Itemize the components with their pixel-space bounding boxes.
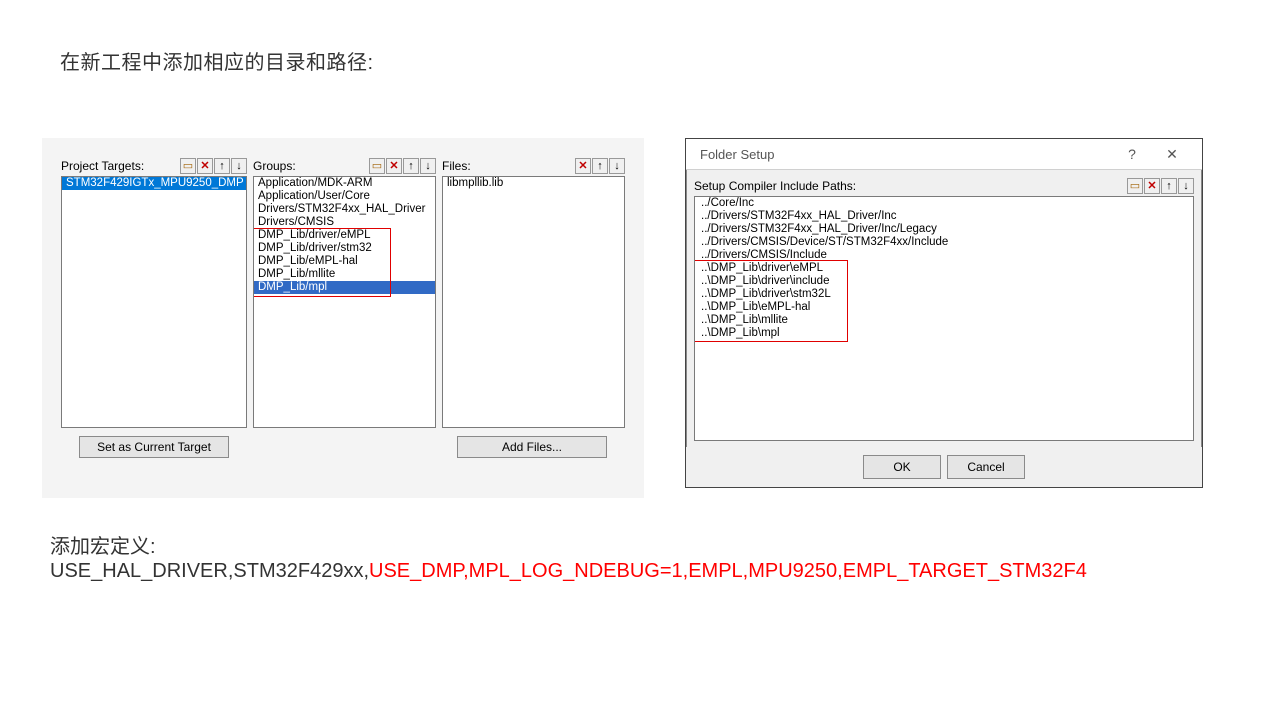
list-item[interactable]: ..\DMP_Lib\driver\include: [695, 275, 1193, 288]
include-paths-list[interactable]: ../Core/Inc../Drivers/STM32F4xx_HAL_Driv…: [694, 196, 1194, 441]
list-item[interactable]: Drivers/STM32F4xx_HAL_Driver: [254, 203, 435, 216]
macro-part-black: USE_HAL_DRIVER,STM32F429xx,: [50, 560, 369, 582]
new-group-icon[interactable]: ▭: [369, 158, 385, 174]
macro-part-red: USE_DMP,MPL_LOG_NDEBUG=1,EMPL,MPU9250,EM…: [369, 560, 1087, 582]
folder-setup-titlebar: Folder Setup ? ✕: [686, 139, 1202, 169]
list-item[interactable]: Application/MDK-ARM: [254, 177, 435, 190]
project-targets-list[interactable]: STM32F429IGTx_MPU9250_DMP: [61, 176, 247, 428]
move-target-down-icon[interactable]: ↓: [231, 158, 247, 174]
set-current-target-button[interactable]: Set as Current Target: [79, 436, 229, 458]
list-item[interactable]: DMP_Lib/eMPL-hal: [254, 255, 435, 268]
move-file-up-icon[interactable]: ↑: [592, 158, 608, 174]
move-path-down-icon[interactable]: ↓: [1178, 178, 1194, 194]
list-item[interactable]: ..\DMP_Lib\mllite: [695, 314, 1193, 327]
folder-setup-dialog: Folder Setup ? ✕ Setup Compiler Include …: [685, 138, 1203, 488]
list-item[interactable]: STM32F429IGTx_MPU9250_DMP: [62, 177, 246, 190]
instruction-add-paths: 在新工程中添加相应的目录和路径:: [60, 46, 374, 75]
list-item[interactable]: DMP_Lib/driver/stm32: [254, 242, 435, 255]
list-item[interactable]: DMP_Lib/mllite: [254, 268, 435, 281]
move-target-up-icon[interactable]: ↑: [214, 158, 230, 174]
help-icon[interactable]: ?: [1112, 142, 1152, 166]
list-item[interactable]: Drivers/CMSIS: [254, 216, 435, 229]
move-group-down-icon[interactable]: ↓: [420, 158, 436, 174]
list-item[interactable]: DMP_Lib/mpl: [254, 281, 435, 294]
list-item[interactable]: DMP_Lib/driver/eMPL: [254, 229, 435, 242]
new-target-icon[interactable]: ▭: [180, 158, 196, 174]
include-paths-label: Setup Compiler Include Paths:: [694, 179, 1126, 193]
folder-setup-title: Folder Setup: [700, 147, 774, 162]
groups-list[interactable]: Application/MDK-ARMApplication/User/Core…: [253, 176, 436, 428]
list-item[interactable]: ..\DMP_Lib\mpl: [695, 327, 1193, 340]
add-files-button[interactable]: Add Files...: [457, 436, 607, 458]
move-path-up-icon[interactable]: ↑: [1161, 178, 1177, 194]
cancel-button[interactable]: Cancel: [947, 455, 1025, 479]
list-item[interactable]: Application/User/Core: [254, 190, 435, 203]
list-item[interactable]: ..\DMP_Lib\driver\stm32L: [695, 288, 1193, 301]
list-item[interactable]: libmpllib.lib: [443, 177, 624, 190]
files-label: Files:: [442, 159, 574, 173]
project-targets-label: Project Targets:: [61, 159, 179, 173]
list-item[interactable]: ../Drivers/CMSIS/Include: [695, 249, 1193, 262]
files-column: Files: ✕ ↑ ↓ libmpllib.lib: [442, 157, 625, 428]
list-item[interactable]: ../Drivers/STM32F4xx_HAL_Driver/Inc/Lega…: [695, 223, 1193, 236]
list-item[interactable]: ../Drivers/STM32F4xx_HAL_Driver/Inc: [695, 210, 1193, 223]
ok-button[interactable]: OK: [863, 455, 941, 479]
delete-group-icon[interactable]: ✕: [386, 158, 402, 174]
list-item[interactable]: ../Core/Inc: [695, 197, 1193, 210]
instruction-add-macro: 添加宏定义:: [50, 530, 156, 559]
list-item[interactable]: ..\DMP_Lib\eMPL-hal: [695, 301, 1193, 314]
groups-label: Groups:: [253, 159, 368, 173]
files-list[interactable]: libmpllib.lib: [442, 176, 625, 428]
delete-path-icon[interactable]: ✕: [1144, 178, 1160, 194]
delete-file-icon[interactable]: ✕: [575, 158, 591, 174]
project-targets-column: Project Targets: ▭ ✕ ↑ ↓ STM32F429IGTx_M…: [61, 157, 247, 428]
macro-definition-line: USE_HAL_DRIVER,STM32F429xx,USE_DMP,MPL_L…: [50, 560, 1087, 583]
move-file-down-icon[interactable]: ↓: [609, 158, 625, 174]
move-group-up-icon[interactable]: ↑: [403, 158, 419, 174]
list-item[interactable]: ..\DMP_Lib\driver\eMPL: [695, 262, 1193, 275]
list-item[interactable]: ../Drivers/CMSIS/Device/ST/STM32F4xx/Inc…: [695, 236, 1193, 249]
manage-project-items-dialog: Project Targets: ▭ ✕ ↑ ↓ STM32F429IGTx_M…: [42, 138, 644, 498]
delete-target-icon[interactable]: ✕: [197, 158, 213, 174]
close-icon[interactable]: ✕: [1152, 142, 1192, 166]
groups-column: Groups: ▭ ✕ ↑ ↓ Application/MDK-ARMAppli…: [253, 157, 436, 428]
new-path-icon[interactable]: ▭: [1127, 178, 1143, 194]
